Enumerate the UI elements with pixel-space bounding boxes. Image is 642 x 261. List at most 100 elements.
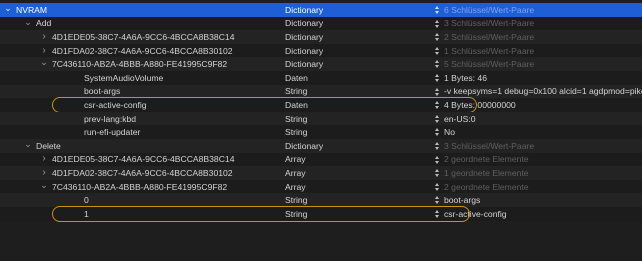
row-type[interactable]: Array — [285, 168, 306, 178]
outline-row[interactable]: › 4D1FDA02-38C7-4A6A-9CC6-4BCCA8B30102 Dic… — [0, 43, 642, 58]
type-stepper-icon[interactable] — [435, 155, 439, 164]
row-type[interactable]: Array — [285, 154, 306, 164]
row-value[interactable]: 1 Bytes: 46 — [444, 73, 487, 83]
disclosure-chevron-right-icon[interactable]: › — [40, 154, 48, 164]
row-key[interactable]: 7C436110-AB2A-4BBB-A880-FE41995C9F82 — [52, 59, 227, 69]
row-value[interactable]: 6 Schlüssel/Wert-Paare — [444, 5, 534, 15]
key-cell: › 4D1FDA02-38C7-4A6A-9CC6-4BCCA8B30102 — [0, 166, 282, 180]
row-key[interactable]: 7C436110-AB2A-4BBB-A880-FE41995C9F82 — [52, 182, 227, 192]
key-cell: › 4D1FDA02-38C7-4A6A-9CC6-4BCCA8B30102 — [0, 44, 282, 58]
disclosure-chevron-down-icon[interactable]: ⌄ — [24, 17, 32, 26]
row-key[interactable]: NVRAM — [16, 5, 47, 15]
row-type[interactable]: Dictionary — [285, 32, 323, 42]
outline-row[interactable]: 1 String csr-active-config — [0, 207, 642, 221]
key-cell: 0 — [0, 193, 282, 207]
row-type[interactable]: Dictionary — [285, 18, 323, 28]
key-cell: SystemAudioVolume — [0, 71, 282, 85]
row-value[interactable]: No — [444, 127, 455, 137]
row-value[interactable]: 2 Schlüssel/Wert-Paare — [444, 32, 534, 42]
outline-row[interactable]: ⌄ 7C436110-AB2A-4BBB-A880-FE41995C9F82 Arr… — [0, 179, 642, 194]
row-key[interactable]: 0 — [84, 195, 89, 205]
type-stepper-icon[interactable] — [435, 196, 439, 205]
row-type[interactable]: String — [285, 195, 307, 205]
disclosure-chevron-down-icon[interactable]: ⌄ — [40, 180, 48, 189]
row-value[interactable]: 5 Schlüssel/Wert-Paare — [444, 59, 534, 69]
disclosure-chevron-right-icon[interactable]: › — [40, 167, 48, 177]
type-stepper-icon[interactable] — [435, 33, 439, 42]
type-stepper-icon[interactable] — [435, 101, 439, 110]
row-value[interactable]: 3 Schlüssel/Wert-Paare — [444, 141, 534, 151]
key-cell: ⌄ Delete — [0, 139, 282, 153]
row-value[interactable]: en-US:0 — [444, 114, 476, 124]
row-key[interactable]: boot-args — [84, 86, 120, 96]
row-type[interactable]: Daten — [285, 73, 308, 83]
type-stepper-icon[interactable] — [435, 142, 439, 150]
row-value[interactable]: 1 geordnete Elemente — [444, 168, 529, 178]
outline-row[interactable]: 0 String boot-args — [0, 193, 642, 207]
disclosure-chevron-right-icon[interactable]: › — [40, 31, 48, 41]
disclosure-chevron-down-icon[interactable]: ⌄ — [24, 140, 32, 149]
type-stepper-icon[interactable] — [435, 6, 439, 14]
row-type[interactable]: Daten — [285, 100, 308, 110]
row-key[interactable]: 4D1EDE05-38C7-4A6A-9CC6-4BCCA8B38C14 — [52, 32, 234, 42]
row-type[interactable]: Array — [285, 182, 306, 192]
row-key[interactable]: 1 — [84, 209, 89, 219]
type-stepper-icon[interactable] — [435, 210, 439, 218]
row-key[interactable]: csr-active-config — [84, 100, 147, 110]
type-stepper-icon[interactable] — [435, 128, 439, 137]
type-stepper-icon[interactable] — [435, 169, 439, 178]
type-stepper-icon[interactable] — [435, 87, 439, 96]
row-type[interactable]: Dictionary — [285, 141, 323, 151]
row-type[interactable]: String — [285, 209, 307, 219]
disclosure-chevron-down-icon[interactable]: ⌄ — [40, 58, 48, 67]
row-value[interactable]: 3 Schlüssel/Wert-Paare — [444, 18, 534, 28]
outline-row[interactable]: run-efi-updater String No — [0, 125, 642, 139]
key-cell: ⌄ 7C436110-AB2A-4BBB-A880-FE41995C9F82 — [0, 57, 282, 71]
type-stepper-icon[interactable] — [435, 182, 439, 191]
outline-row[interactable]: SystemAudioVolume Daten 1 Bytes: 46 — [0, 71, 642, 85]
row-type[interactable]: String — [285, 86, 307, 96]
row-key[interactable]: SystemAudioVolume — [84, 73, 163, 83]
outline-row[interactable]: prev-lang:kbd String en-US:0 — [0, 111, 642, 126]
outline-row[interactable]: › 4D1EDE05-38C7-4A6A-9CC6-4BCCA8B38C14 Dic… — [0, 30, 642, 44]
row-value[interactable]: 4 Bytes: 00000000 — [444, 100, 516, 110]
outline-row[interactable]: › 4D1EDE05-38C7-4A6A-9CC6-4BCCA8B38C14 Arr… — [0, 152, 642, 167]
type-stepper-icon[interactable] — [435, 19, 439, 28]
row-type[interactable]: Dictionary — [285, 5, 323, 15]
outline-row[interactable]: ⌄ Delete Dictionary 3 Schlüssel/Wert-Paare — [0, 139, 642, 153]
outline-row[interactable]: ⌄ 7C436110-AB2A-4BBB-A880-FE41995C9F82 Dic… — [0, 57, 642, 71]
row-key[interactable]: prev-lang:kbd — [84, 114, 136, 124]
row-value[interactable]: csr-active-config — [444, 209, 507, 219]
row-key[interactable]: 4D1EDE05-38C7-4A6A-9CC6-4BCCA8B38C14 — [52, 154, 234, 164]
type-stepper-icon[interactable] — [435, 114, 439, 123]
row-type[interactable]: String — [285, 127, 307, 137]
row-key[interactable]: Delete — [36, 141, 61, 151]
key-cell: › 4D1EDE05-38C7-4A6A-9CC6-4BCCA8B38C14 — [0, 30, 282, 44]
row-key[interactable]: 4D1FDA02-38C7-4A6A-9CC6-4BCCA8B30102 — [52, 46, 233, 56]
outline-row[interactable]: ⌄ NVRAM Dictionary 6 Schlüssel/Wert-Paare — [0, 3, 642, 17]
key-cell: ⌄ NVRAM — [0, 3, 282, 17]
outline-row[interactable]: ⌄ Add Dictionary 3 Schlüssel/Wert-Paare — [0, 16, 642, 31]
row-value[interactable]: -v keepsyms=1 debug=0x100 alcid=1 agdpmo… — [444, 86, 642, 96]
row-value[interactable]: boot-args — [444, 195, 480, 205]
type-stepper-icon[interactable] — [435, 46, 439, 55]
row-value[interactable]: 2 geordnete Elemente — [444, 182, 529, 192]
outline-row[interactable]: boot-args String -v keepsyms=1 debug=0x100… — [0, 84, 642, 99]
type-stepper-icon[interactable] — [435, 74, 439, 82]
key-cell: › 4D1EDE05-38C7-4A6A-9CC6-4BCCA8B38C14 — [0, 153, 282, 167]
row-value[interactable]: 2 geordnete Elemente — [444, 154, 529, 164]
disclosure-chevron-down-icon[interactable]: ⌄ — [4, 4, 12, 13]
row-type[interactable]: Dictionary — [285, 46, 323, 56]
type-stepper-icon[interactable] — [435, 60, 439, 69]
row-key[interactable]: Add — [36, 18, 51, 28]
outline-row[interactable]: › 4D1FDA02-38C7-4A6A-9CC6-4BCCA8B30102 Arr… — [0, 166, 642, 180]
row-key[interactable]: run-efi-updater — [84, 127, 140, 137]
key-cell: csr-active-config — [0, 98, 282, 112]
row-value[interactable]: 1 Schlüssel/Wert-Paare — [444, 46, 534, 56]
row-type[interactable]: String — [285, 114, 307, 124]
row-key[interactable]: 4D1FDA02-38C7-4A6A-9CC6-4BCCA8B30102 — [52, 168, 233, 178]
outline-row[interactable]: csr-active-config Daten 4 Bytes: 00000000 — [0, 98, 642, 112]
row-type[interactable]: Dictionary — [285, 59, 323, 69]
disclosure-chevron-right-icon[interactable]: › — [40, 45, 48, 55]
key-cell: prev-lang:kbd — [0, 112, 282, 126]
